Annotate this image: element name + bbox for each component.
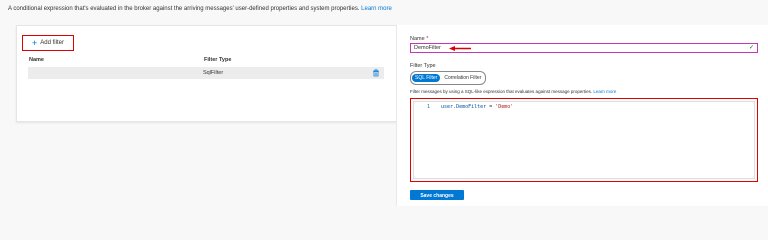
- check-icon: ✓: [748, 45, 754, 51]
- code-line: 1 user.DemoFilter = 'Demo': [414, 104, 513, 110]
- required-marker: *: [426, 36, 429, 42]
- description-body: A conditional expression that's evaluate…: [8, 6, 360, 12]
- plus-icon: +: [32, 38, 38, 48]
- description-text: A conditional expression that's evaluate…: [8, 6, 392, 12]
- trash-icon[interactable]: [372, 69, 380, 77]
- add-filter-button[interactable]: + Add filter: [22, 35, 74, 51]
- column-header-name: Name: [29, 57, 44, 63]
- sql-expression-editor[interactable]: 1 user.DemoFilter = 'Demo': [410, 98, 758, 182]
- line-number: 1: [426, 104, 430, 110]
- column-header-filter-type: Filter Type: [204, 57, 232, 63]
- filter-type-label: Filter Type: [410, 63, 436, 69]
- code-identifier: user.DemoFilter: [441, 104, 487, 110]
- filter-type-toggle: SQL Filter Correlation Filter: [410, 71, 487, 85]
- table-row[interactable]: SqlFilter: [28, 67, 384, 79]
- filter-editor-panel: Name * DemoFilter ✓ Filter Type SQL Filt…: [397, 25, 768, 206]
- code-string: 'Demo': [495, 104, 514, 110]
- arrow-annotation: [449, 46, 471, 51]
- learn-more-link[interactable]: Learn more: [361, 6, 392, 12]
- sql-filter-option[interactable]: SQL Filter: [412, 74, 441, 82]
- filter-hint-text: Filter messages by using a SQL-like expr…: [410, 89, 593, 94]
- correlation-filter-option[interactable]: Correlation Filter: [441, 74, 484, 82]
- name-input-value: DemoFilter: [414, 45, 441, 51]
- save-changes-button[interactable]: Save changes: [410, 190, 464, 200]
- table-header: Name Filter Type: [29, 57, 384, 64]
- hint-learn-more-link[interactable]: Learn more: [593, 89, 616, 94]
- name-label-text: Name: [410, 36, 425, 42]
- editor-content[interactable]: 1 user.DemoFilter = 'Demo': [413, 101, 755, 179]
- filters-card: + Add filter Name Filter Type SqlFilter: [16, 25, 398, 122]
- cell-filter-type: SqlFilter: [203, 70, 224, 76]
- name-label: Name *: [410, 36, 428, 42]
- filter-hint: Filter messages by using a SQL-like expr…: [410, 89, 616, 94]
- add-filter-label: Add filter: [40, 40, 64, 46]
